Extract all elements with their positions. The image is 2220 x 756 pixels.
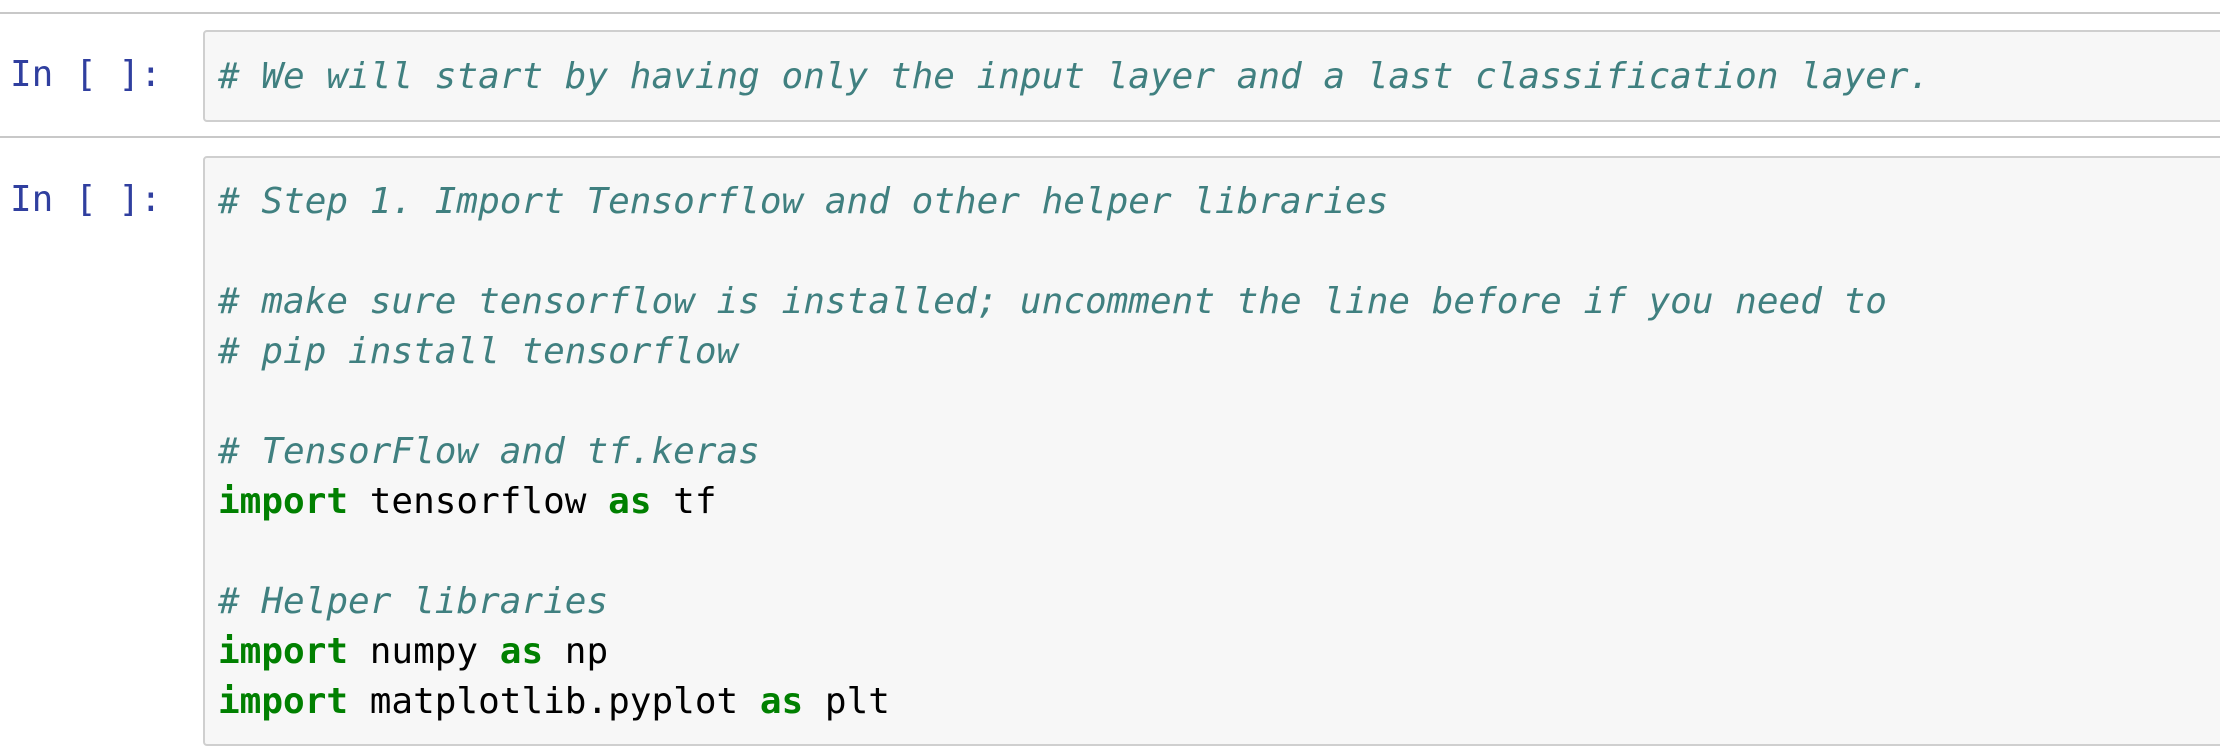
cell-2-code-editor[interactable]: # Step 1. Import Tensorflow and other he… [203,156,2220,746]
top-divider [0,12,2220,14]
code-token-keyword: as [499,631,544,672]
code-token-keyword: as [608,481,652,522]
code-token-name: plt [803,681,890,722]
code-line: import numpy as np [218,627,2220,677]
code-line: # TensorFlow and tf.keras [218,427,2220,477]
code-token-name: matplotlib.pyplot [348,681,760,722]
code-token-comment: # TensorFlow and tf.keras [218,431,760,472]
cell-1-code-editor[interactable]: # We will start by having only the input… [203,30,2220,122]
code-token-comment: # pip install tensorflow [218,331,739,372]
code-line: # Helper libraries [218,577,2220,627]
cell-divider [0,136,2220,138]
code-line: import matplotlib.pyplot as plt [218,677,2220,727]
code-token-keyword: import [218,481,349,522]
code-line: import tensorflow as tf [218,477,2220,527]
code-token-keyword: as [759,681,804,722]
cell-1-code[interactable]: # We will start by having only the input… [205,52,2220,102]
cell-2-code[interactable]: # Step 1. Import Tensorflow and other he… [205,177,2220,727]
code-token-name: numpy [348,631,500,672]
code-token-name: tensorflow [348,481,609,522]
code-token-keyword: import [218,681,349,722]
code-token-name: np [543,631,609,672]
code-token-name: tf [651,481,717,522]
code-cell-2[interactable]: In [ ]: # Step 1. Import Tensorflow and … [0,156,2220,746]
code-cell-1[interactable]: In [ ]: # We will start by having only t… [0,30,2220,122]
code-token-comment: # Helper libraries [218,581,609,622]
code-token-comment: # Step 1. Import Tensorflow and other he… [218,181,1389,222]
code-token-comment: # make sure tensorflow is installed; unc… [218,281,1887,322]
code-line: # We will start by having only the input… [218,52,2220,102]
code-line: # make sure tensorflow is installed; unc… [218,277,2220,327]
code-token-keyword: import [218,631,349,672]
code-token-comment: # We will start by having only the input… [218,56,1931,97]
code-line: # Step 1. Import Tensorflow and other he… [218,177,2220,227]
cell-1-input-prompt: In [ ]: [10,54,162,95]
code-line: # pip install tensorflow [218,327,2220,377]
cell-2-input-prompt: In [ ]: [10,179,162,220]
